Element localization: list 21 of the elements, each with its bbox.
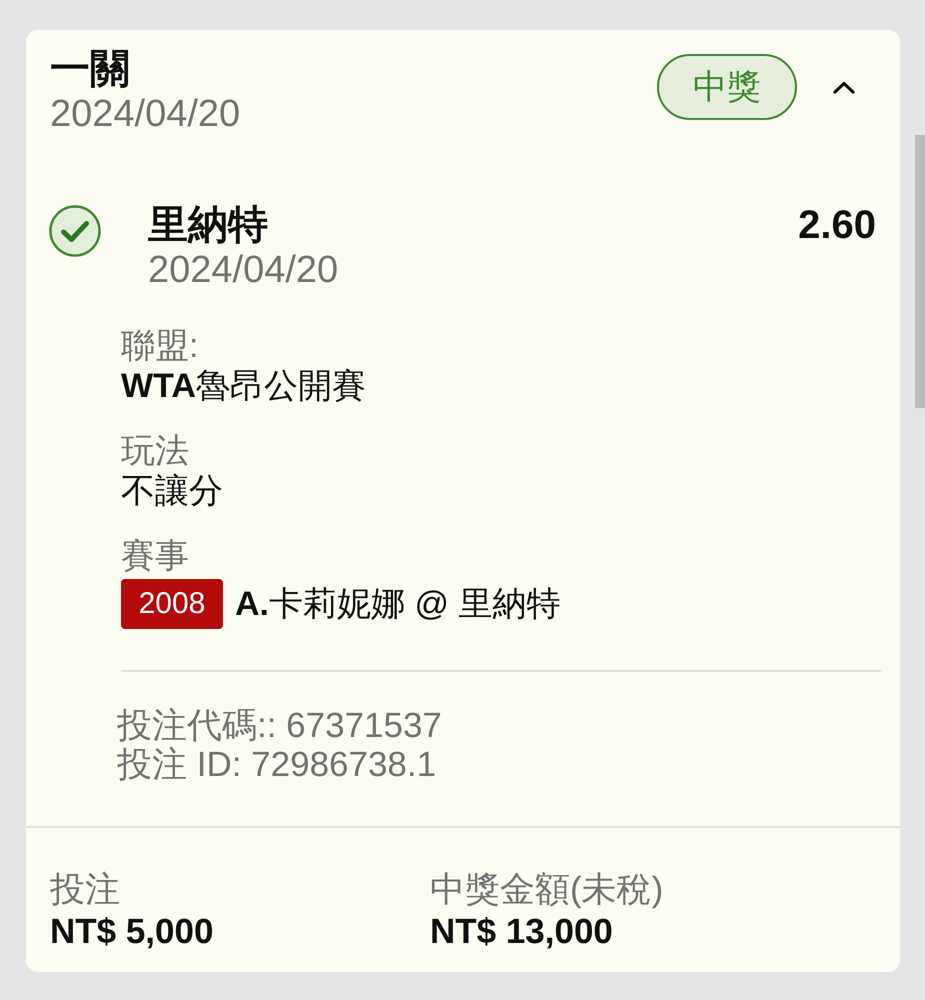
chevron-icon[interactable] [833,80,855,94]
odds-value: 2.60 [798,202,876,248]
event-name: A.卡莉妮娜 @ 里納特 [235,584,560,624]
selection-name: 里納特 [148,202,269,248]
summary-label: 投注 [50,869,121,911]
bet-title: 一關 [50,46,131,92]
event-code-badge: 2008 [121,579,223,629]
summary-label: 中獎金額(未稅) [430,869,664,911]
summary-amount: NT$ 5,000 [50,911,214,953]
status-badge: 中獎 [657,54,797,120]
scrollbar-thumb[interactable] [915,135,925,408]
detail-value: WTA魯昂公開賽 [121,366,367,406]
bet-reference: 投注代碼:: 67371537 [117,706,443,745]
detail-label: 聯盟: [121,326,200,366]
summary-amount: NT$ 13,000 [430,911,614,953]
bet-reference: 投注 ID: 72986738.1 [117,745,438,784]
selection-date: 2024/04/20 [148,248,340,292]
detail-value: 不讓分 [121,471,224,511]
detail-label: 賽事 [121,536,190,576]
bet-date: 2024/04/20 [50,92,240,136]
detail-label: 玩法 [121,431,190,471]
